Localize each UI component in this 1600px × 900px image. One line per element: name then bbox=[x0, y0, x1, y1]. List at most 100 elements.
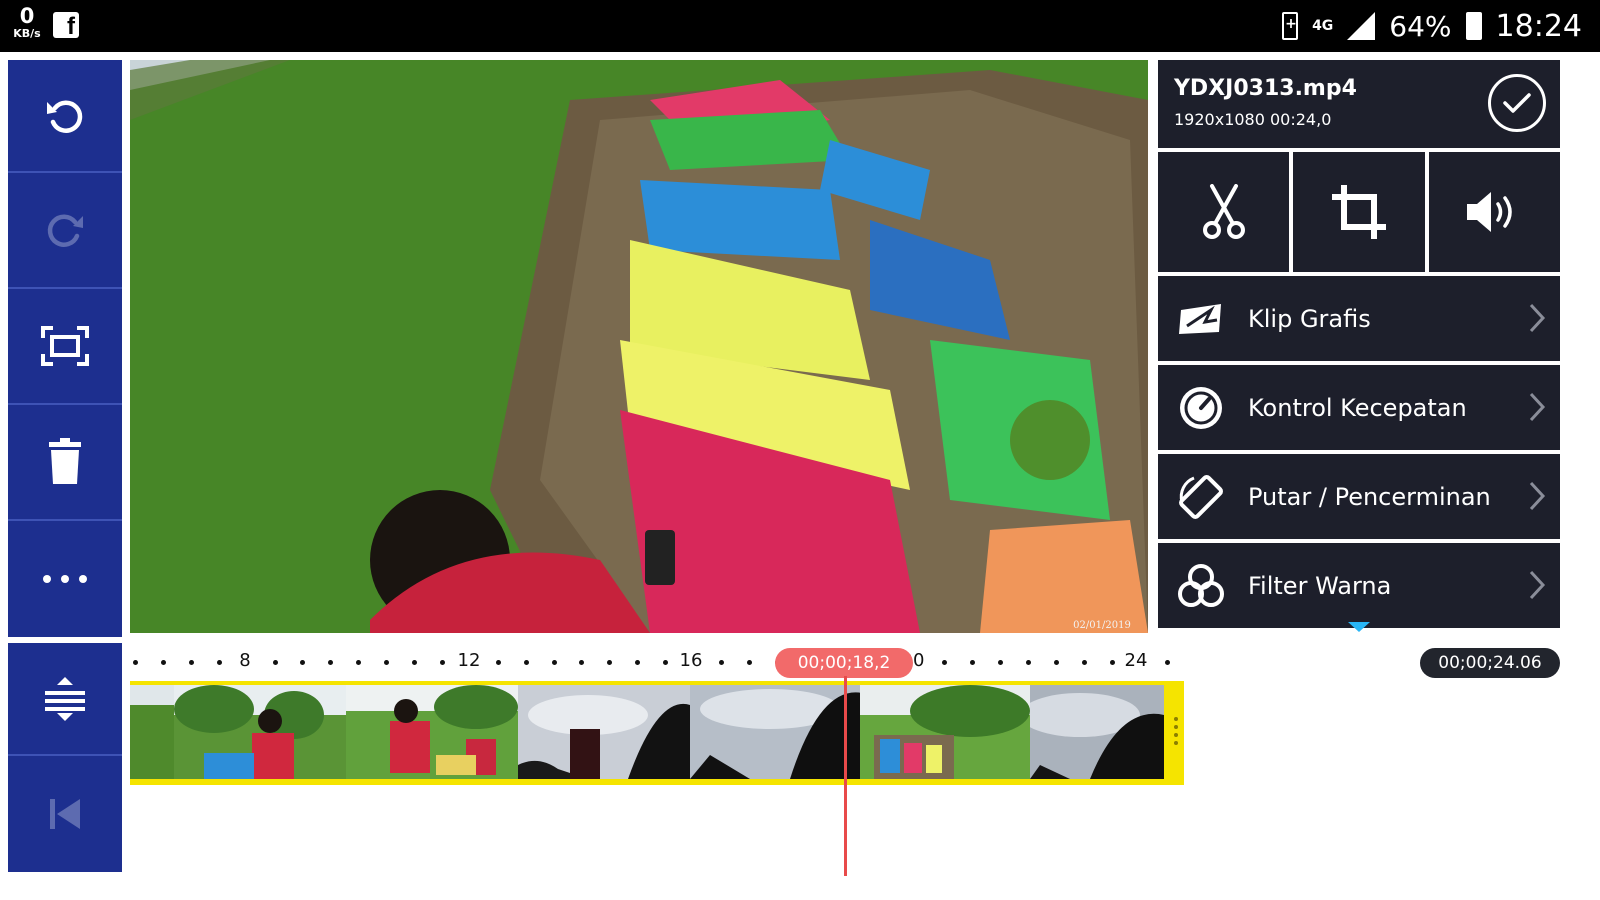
clip-tools bbox=[1158, 152, 1560, 272]
network-speed-value: 0 bbox=[19, 4, 35, 28]
ruler-tick bbox=[663, 660, 669, 665]
fullscreen-button[interactable] bbox=[8, 289, 122, 405]
confirm-button[interactable] bbox=[1488, 74, 1546, 132]
clip-thumbnail bbox=[174, 685, 346, 779]
undo-button[interactable] bbox=[8, 60, 122, 173]
network-type: 4G bbox=[1312, 18, 1334, 34]
crop-button[interactable] bbox=[1293, 152, 1425, 272]
clock: 18:24 bbox=[1495, 8, 1582, 44]
ruler-tick bbox=[579, 660, 585, 665]
menu-item-putar-pencerminan[interactable]: Putar / Pencerminan bbox=[1158, 454, 1560, 539]
chevron-right-icon bbox=[1529, 303, 1546, 333]
clip-thumbnail bbox=[1030, 685, 1164, 779]
clip-thumbnail bbox=[690, 685, 862, 779]
menu-item-klip-grafis[interactable]: Klip Grafis bbox=[1158, 276, 1560, 361]
battery-percent: 64% bbox=[1389, 9, 1452, 43]
video-frame: 02/01/2019 bbox=[130, 60, 1148, 633]
clip-thumbnail bbox=[860, 685, 1032, 779]
ruler-tick bbox=[495, 660, 501, 665]
ruler-tick bbox=[607, 660, 613, 665]
expand-timeline-button[interactable] bbox=[8, 643, 122, 756]
ruler-tick bbox=[1109, 660, 1115, 665]
timeline-ruler[interactable]: 8 12 16 20 24 bbox=[130, 650, 1171, 674]
skip-to-start-button[interactable] bbox=[8, 756, 122, 872]
ruler-tick bbox=[746, 660, 752, 665]
menu-item-kontrol-kecepatan[interactable]: Kontrol Kecepatan bbox=[1158, 365, 1560, 450]
facebook-notification-icon: f bbox=[53, 12, 79, 40]
current-time-badge: 00;00;18,2 bbox=[775, 648, 913, 678]
menu-item-filter-warna[interactable]: Filter Warna bbox=[1158, 543, 1560, 628]
ruler-tick bbox=[1053, 660, 1059, 665]
clip-thumbnail bbox=[346, 685, 518, 779]
speedometer-icon bbox=[1176, 383, 1226, 433]
ruler-tick bbox=[412, 660, 417, 665]
ruler-tick bbox=[384, 660, 390, 665]
ruler-tick bbox=[328, 660, 334, 665]
ruler-tick bbox=[1165, 660, 1171, 665]
ruler-tick bbox=[718, 660, 724, 665]
ruler-tick bbox=[188, 660, 194, 665]
ruler-label: 24 bbox=[1124, 650, 1148, 671]
menu-item-label: Kontrol Kecepatan bbox=[1248, 393, 1467, 422]
ruler-tick bbox=[635, 660, 641, 665]
menu-item-label: Klip Grafis bbox=[1248, 304, 1371, 333]
volume-button[interactable] bbox=[1428, 152, 1560, 272]
network-speed-unit: KB/s bbox=[13, 27, 41, 40]
color-filter-icon bbox=[1176, 561, 1226, 611]
clip-panel: YDXJ0313.mp4 1920x1080 00:24,0 Klip Graf… bbox=[1158, 60, 1560, 628]
clip-file-name: YDXJ0313.mp4 bbox=[1174, 76, 1357, 101]
more-button[interactable] bbox=[8, 521, 122, 637]
redo-button[interactable] bbox=[8, 173, 122, 289]
ruler-tick bbox=[551, 660, 557, 665]
redo-icon bbox=[47, 214, 83, 247]
crop-icon bbox=[1331, 185, 1386, 239]
battery-saver-icon bbox=[1282, 12, 1299, 40]
ruler-tick bbox=[356, 660, 362, 665]
clip-strip[interactable] bbox=[130, 681, 1184, 785]
ruler-tick bbox=[439, 660, 445, 665]
scroll-indicator bbox=[1348, 622, 1370, 632]
rotate-icon bbox=[1176, 472, 1226, 522]
fullscreen-icon bbox=[41, 326, 89, 366]
chevron-right-icon bbox=[1529, 570, 1546, 600]
ruler-tick bbox=[942, 660, 948, 665]
chevron-right-icon bbox=[1529, 481, 1546, 511]
menu-item-label: Putar / Pencerminan bbox=[1248, 482, 1491, 511]
clip-end-handle[interactable] bbox=[1174, 717, 1178, 745]
clip-thumbnails bbox=[130, 685, 1164, 779]
ruler-tick bbox=[970, 660, 975, 665]
ruler-label: 12 bbox=[457, 650, 481, 671]
clip-file-meta: 1920x1080 00:24,0 bbox=[1174, 110, 1332, 129]
playhead[interactable] bbox=[844, 676, 847, 876]
preview-watermark: 02/01/2019 bbox=[1073, 620, 1131, 631]
clip-thumbnail bbox=[130, 685, 176, 779]
trim-button[interactable] bbox=[1158, 152, 1290, 272]
clip-thumbnail bbox=[518, 685, 690, 779]
left-toolbar bbox=[8, 60, 122, 637]
more-icon bbox=[43, 575, 87, 583]
timeline-toolbar bbox=[8, 643, 122, 872]
total-duration-badge: 00;00;24.06 bbox=[1420, 648, 1560, 678]
menu-item-label: Filter Warna bbox=[1248, 571, 1392, 600]
video-preview[interactable]: 02/01/2019 bbox=[130, 60, 1148, 633]
clip-graphics-icon bbox=[1176, 294, 1226, 344]
checkmark-icon bbox=[1503, 93, 1531, 113]
scissors-icon bbox=[1202, 184, 1245, 239]
signal-icon bbox=[1347, 12, 1376, 40]
ruler-tick bbox=[997, 660, 1003, 665]
delete-icon bbox=[49, 438, 81, 484]
chevron-right-icon bbox=[1529, 392, 1546, 422]
ruler-label: 8 bbox=[239, 650, 251, 671]
ruler-tick bbox=[300, 660, 306, 665]
clip-header: YDXJ0313.mp4 1920x1080 00:24,0 bbox=[1158, 60, 1560, 148]
volume-icon bbox=[1467, 192, 1513, 232]
ruler-tick bbox=[160, 660, 166, 665]
skip-to-start-icon bbox=[50, 799, 80, 829]
ruler-tick bbox=[216, 660, 222, 665]
ruler-label: 16 bbox=[679, 650, 703, 671]
network-speed: 0 KB/s bbox=[10, 4, 44, 40]
ruler-tick bbox=[133, 660, 138, 665]
ruler-tick bbox=[523, 660, 529, 665]
delete-button[interactable] bbox=[8, 405, 122, 521]
status-bar: 0 KB/s f 4G 64% 18:24 bbox=[0, 0, 1600, 52]
